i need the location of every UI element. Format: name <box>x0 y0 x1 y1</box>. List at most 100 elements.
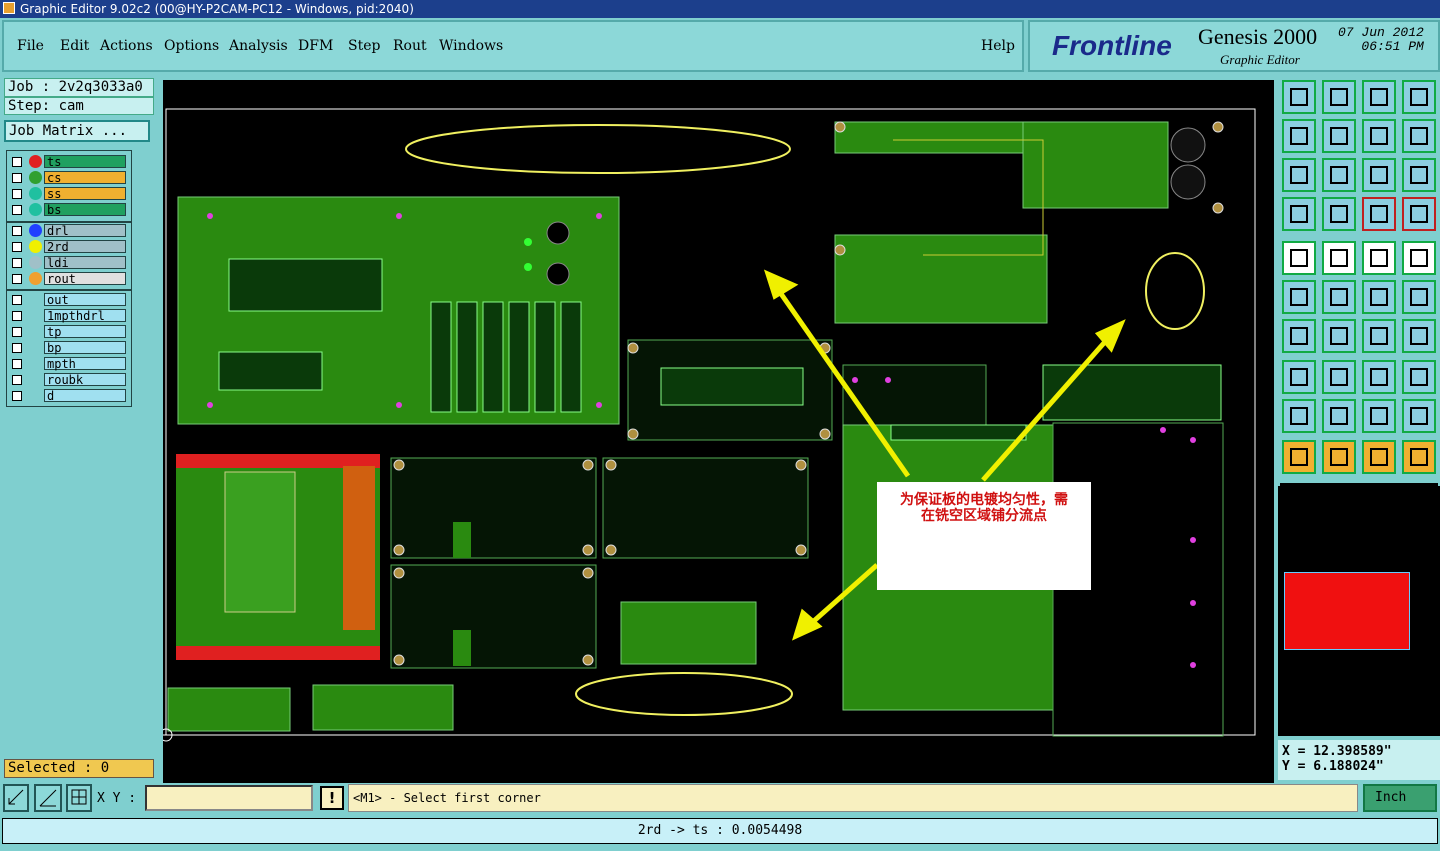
redraw-icon[interactable] <box>1402 119 1436 153</box>
measure-tool-icon[interactable] <box>34 784 62 812</box>
triangle-2-icon[interactable] <box>1322 399 1356 433</box>
layer-checkbox[interactable] <box>12 157 22 167</box>
layer-row-ldi[interactable]: ldi <box>8 256 128 270</box>
layer-checkbox[interactable] <box>12 226 22 236</box>
connect-icon[interactable] <box>1282 280 1316 314</box>
graphic-canvas[interactable]: 为保证板的电镀均匀性，需 在铣空区域铺分流点 <box>163 80 1274 783</box>
pan-icon[interactable] <box>1322 158 1356 192</box>
measure-icon[interactable] <box>1282 197 1316 231</box>
layer-name[interactable]: d <box>44 389 126 403</box>
layer-row-1mpthdrl[interactable]: 1mpthdrl <box>8 309 128 323</box>
triangle-4-icon[interactable] <box>1402 399 1436 433</box>
zoom-out-icon[interactable] <box>1322 119 1356 153</box>
save-icon[interactable] <box>1322 80 1356 114</box>
layer-row-cs[interactable]: cs <box>8 171 128 185</box>
copy-icon[interactable] <box>1282 360 1316 394</box>
layer-row-roubk[interactable]: roubk <box>8 373 128 387</box>
layer-checkbox[interactable] <box>12 311 22 321</box>
layer-name[interactable]: cs <box>44 171 126 185</box>
layer-row-out[interactable]: out <box>8 293 128 307</box>
layer-row-2rd[interactable]: 2rd <box>8 240 128 254</box>
help-icon[interactable] <box>1402 158 1436 192</box>
layer-row-rout[interactable]: rout <box>8 272 128 286</box>
layer-checkbox[interactable] <box>12 327 22 337</box>
arc-icon[interactable] <box>1362 319 1396 353</box>
ruler-icon[interactable] <box>1362 241 1396 275</box>
menu-options[interactable]: Options <box>164 38 219 54</box>
cross-icon[interactable] <box>1322 280 1356 314</box>
layer-checkbox[interactable] <box>12 189 22 199</box>
layer-name[interactable]: ts <box>44 155 126 169</box>
cursor-2-icon[interactable] <box>1322 440 1356 474</box>
split-icon[interactable] <box>1322 360 1356 394</box>
angle-icon[interactable] <box>1282 319 1316 353</box>
job-matrix-button[interactable]: Job Matrix ... <box>4 120 150 142</box>
layer-row-d[interactable]: d <box>8 389 128 403</box>
layer-settings-icon[interactable] <box>1362 197 1396 231</box>
layer-row-bp[interactable]: bp <box>8 341 128 355</box>
layer-checkbox[interactable] <box>12 375 22 385</box>
menu-windows[interactable]: Windows <box>439 38 503 54</box>
scale-1-2-icon[interactable] <box>1362 158 1396 192</box>
layer-checkbox[interactable] <box>12 391 22 401</box>
layer-name[interactable]: mpth <box>44 357 126 371</box>
resize-icon[interactable] <box>1362 360 1396 394</box>
home-icon[interactable] <box>1362 80 1396 114</box>
layer-name[interactable]: rout <box>44 272 126 286</box>
menu-rout[interactable]: Rout <box>393 38 427 54</box>
window-icon[interactable] <box>1402 80 1436 114</box>
alert-icon[interactable]: ! <box>320 786 344 810</box>
layer-checkbox[interactable] <box>12 295 22 305</box>
layer-row-tp[interactable]: tp <box>8 325 128 339</box>
menu-actions[interactable]: Actions <box>100 38 153 54</box>
xy-input[interactable] <box>145 785 313 811</box>
menu-dfm[interactable]: DFM <box>298 38 333 54</box>
layer-row-ts[interactable]: ts <box>8 155 128 169</box>
move-icon[interactable] <box>1362 280 1396 314</box>
menu-help[interactable]: Help <box>981 38 1015 54</box>
menu-step[interactable]: Step <box>348 38 380 54</box>
mirror-icon[interactable] <box>1402 319 1436 353</box>
select-all-icon[interactable] <box>1402 241 1436 275</box>
zoom-fit-icon[interactable] <box>1362 119 1396 153</box>
menu-analysis[interactable]: Analysis <box>229 38 288 54</box>
layer-name[interactable]: 1mpthdrl <box>44 309 126 323</box>
menu-file[interactable]: File <box>17 38 44 54</box>
layer-checkbox[interactable] <box>12 173 22 183</box>
layer-name[interactable]: bs <box>44 203 126 217</box>
layer-checkbox[interactable] <box>12 274 22 284</box>
layer-settings-2-icon[interactable] <box>1402 197 1436 231</box>
layer-row-ss[interactable]: ss <box>8 187 128 201</box>
triangle-3-icon[interactable] <box>1362 399 1396 433</box>
layer-row-bs[interactable]: bs <box>8 203 128 217</box>
layer-name[interactable]: drl <box>44 224 126 238</box>
layer-name[interactable]: roubk <box>44 373 126 387</box>
layer-name[interactable]: bp <box>44 341 126 355</box>
layer-row-drl[interactable]: drl <box>8 224 128 238</box>
layer-row-mpth[interactable]: mpth <box>8 357 128 371</box>
cursor-icon[interactable] <box>1282 440 1316 474</box>
menu-edit[interactable]: Edit <box>60 38 89 54</box>
rotate-icon[interactable] <box>1322 241 1356 275</box>
fill-icon[interactable] <box>1282 241 1316 275</box>
zoom-tool-icon[interactable] <box>3 784 29 812</box>
layer-name[interactable]: tp <box>44 325 126 339</box>
path-icon[interactable] <box>1402 440 1436 474</box>
move-to-icon[interactable] <box>1402 280 1436 314</box>
zoom-home-icon[interactable] <box>1282 158 1316 192</box>
layer-name[interactable]: 2rd <box>44 240 126 254</box>
triangle-icon[interactable] <box>1282 399 1316 433</box>
grid-tool-icon[interactable] <box>66 784 92 812</box>
layer-checkbox[interactable] <box>12 258 22 268</box>
layer-checkbox[interactable] <box>12 343 22 353</box>
overview-viewport[interactable] <box>1284 572 1410 650</box>
grid-icon[interactable] <box>1322 197 1356 231</box>
layer-checkbox[interactable] <box>12 242 22 252</box>
line-icon[interactable] <box>1322 319 1356 353</box>
layer-checkbox[interactable] <box>12 359 22 369</box>
snap-icon[interactable] <box>1402 360 1436 394</box>
units-selector[interactable]: Inch <box>1363 784 1437 812</box>
layer-name[interactable]: out <box>44 293 126 307</box>
layer-name[interactable]: ldi <box>44 256 126 270</box>
layer-name[interactable]: ss <box>44 187 126 201</box>
